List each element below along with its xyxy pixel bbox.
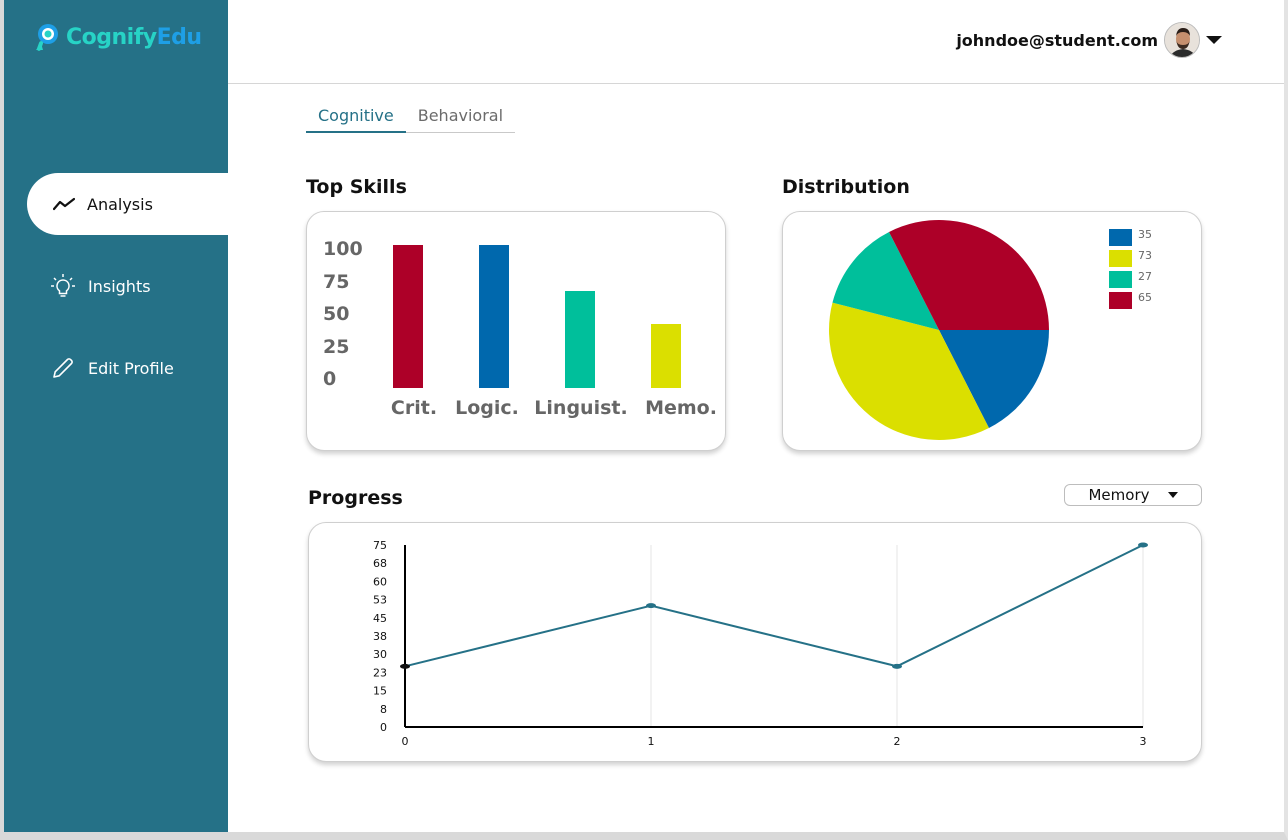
skill-select-value: Memory <box>1088 486 1150 504</box>
line-point <box>646 603 656 609</box>
sidebar-item-label: Insights <box>88 276 151 296</box>
bar-memo <box>651 323 681 388</box>
caret-down-icon[interactable] <box>1206 36 1222 44</box>
line-y-tick-label: 0 <box>380 721 387 734</box>
trend-line-icon <box>51 191 77 217</box>
sidebar: CognifyEdu Analysis Insights Edit Profil… <box>4 0 228 832</box>
legend-item: 27 <box>1109 271 1152 288</box>
legend-label: 73 <box>1138 249 1152 262</box>
line-x-tick-label: 1 <box>648 735 655 748</box>
bar-y-tick: 75 <box>323 270 350 293</box>
lightbulb-icon <box>50 273 76 299</box>
top-header: johndoe@student.com <box>228 0 1284 84</box>
brand-name-part2: Edu <box>156 24 202 50</box>
sidebar-item-analysis[interactable]: Analysis <box>27 173 228 235</box>
line-x-tick-label: 0 <box>402 735 409 748</box>
line-point <box>1138 542 1148 548</box>
bar-y-tick: 0 <box>323 368 337 390</box>
brand-name: CognifyEdu <box>66 25 202 50</box>
line-y-tick-label: 45 <box>373 612 387 625</box>
line-y-tick-label: 30 <box>373 648 387 661</box>
progress-title: Progress <box>308 487 403 509</box>
tab-cognitive[interactable]: Cognitive <box>306 102 406 133</box>
bar-y-tick: 50 <box>323 303 350 325</box>
bar-y-tick: 100 <box>323 238 363 260</box>
legend-swatch <box>1109 292 1132 309</box>
brain-magnifier-icon <box>36 24 58 51</box>
bar-linguist <box>565 290 595 388</box>
line-y-tick-label: 15 <box>373 685 387 698</box>
line-point <box>892 663 902 669</box>
user-email: johndoe@student.com <box>956 30 1158 50</box>
line-x-tick-label: 3 <box>1140 735 1147 748</box>
line-series <box>404 544 1144 668</box>
pencil-icon <box>50 355 76 381</box>
skill-select-dropdown[interactable]: Memory <box>1064 484 1202 506</box>
legend-label: 35 <box>1138 228 1152 241</box>
line-y-tick-label: 75 <box>373 539 387 552</box>
line-x-tick-label: 2 <box>894 735 901 748</box>
top-skills-card: 100 75 50 25 0 Crit. Logic. Linguist. Memo. <box>306 211 726 451</box>
chevron-down-icon <box>1167 492 1178 498</box>
sidebar-item-edit-profile[interactable]: Edit Profile <box>28 337 228 399</box>
line-y-tick-label: 60 <box>373 575 387 588</box>
pie-chart <box>829 220 1049 440</box>
user-menu[interactable]: johndoe@student.com <box>956 22 1222 58</box>
bar-x-category-label: Crit. <box>390 397 438 419</box>
bar-x-category-label: Linguist. <box>534 397 628 419</box>
tab-behavioral[interactable]: Behavioral <box>406 102 515 132</box>
legend-item: 35 <box>1109 229 1152 246</box>
legend-swatch <box>1109 271 1132 288</box>
line-y-tick-label: 68 <box>373 557 387 570</box>
avatar[interactable] <box>1164 22 1200 58</box>
bar-x-category-label: Memo. <box>645 397 717 419</box>
legend-label: 27 <box>1138 270 1152 283</box>
sidebar-item-label: Analysis <box>87 194 153 214</box>
legend-item: 73 <box>1109 250 1152 267</box>
line-y-tick-label: 38 <box>373 630 387 643</box>
logo[interactable]: CognifyEdu <box>32 22 202 52</box>
distribution-title: Distribution <box>782 176 910 198</box>
bar-logic <box>479 245 509 388</box>
line-point <box>400 663 410 669</box>
distribution-card: 35 73 27 65 <box>782 211 1202 451</box>
sidebar-item-label: Edit Profile <box>88 358 174 378</box>
top-skills-title: Top Skills <box>306 176 407 198</box>
bar-y-tick: 25 <box>323 335 350 358</box>
legend-item: 65 <box>1109 292 1152 309</box>
legend-swatch <box>1109 229 1132 246</box>
bar-crit <box>393 245 423 388</box>
line-y-tick-label: 53 <box>373 594 387 607</box>
tabs: Cognitive Behavioral <box>306 102 516 133</box>
legend-swatch <box>1109 250 1132 267</box>
progress-card: 75 68 60 53 45 38 30 23 15 8 0 0 1 2 3 <box>308 522 1202 762</box>
legend-label: 65 <box>1138 291 1152 304</box>
brand-name-part1: Cognify <box>66 24 157 50</box>
line-chart: 756860534538302315800 1 2 3 <box>373 539 1148 748</box>
sidebar-item-insights[interactable]: Insights <box>28 255 228 317</box>
line-y-tick-label: 8 <box>380 703 387 716</box>
line-y-tick-label: 23 <box>373 666 387 679</box>
bar-x-category-label: Logic. <box>455 397 519 419</box>
